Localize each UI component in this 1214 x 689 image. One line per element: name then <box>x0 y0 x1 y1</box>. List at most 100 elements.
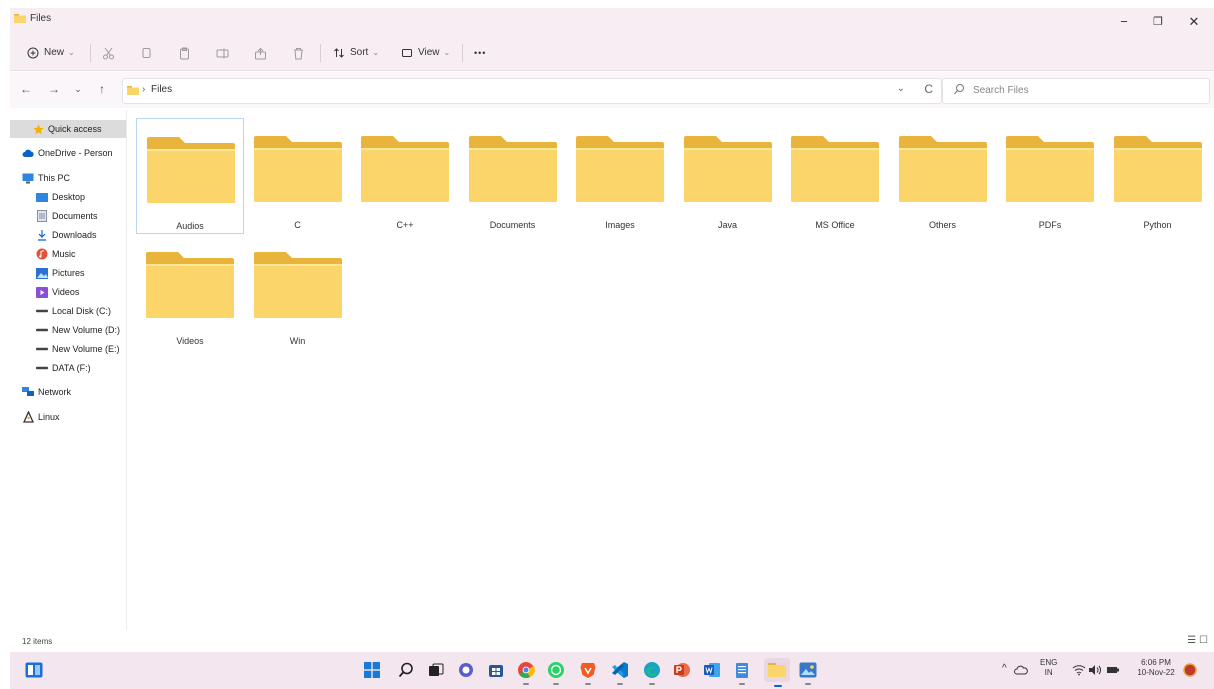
new-button[interactable]: New ⌄ <box>26 44 75 62</box>
copy-button[interactable] <box>140 44 153 62</box>
rename-button[interactable] <box>216 44 229 62</box>
region-code: IN <box>1044 668 1053 677</box>
folder-item[interactable]: Videos <box>136 234 244 350</box>
folder-item[interactable]: Documents <box>459 118 567 234</box>
close-button[interactable]: ✕ <box>1180 12 1208 32</box>
chrome-app[interactable] <box>516 660 536 685</box>
file-explorer-app[interactable] <box>764 658 790 687</box>
task-view-button[interactable] <box>426 660 446 680</box>
folder-item[interactable]: Win <box>244 234 352 350</box>
folder-item[interactable]: C <box>244 118 352 234</box>
onedrive-tray-button[interactable] <box>1014 660 1028 680</box>
sidebar-item-label: Videos <box>52 287 80 297</box>
sidebar-item-documents[interactable]: Documents <box>10 207 126 225</box>
notepad-app[interactable] <box>732 660 752 685</box>
start-button[interactable] <box>362 660 382 680</box>
sort-label: Sort <box>350 47 369 58</box>
sidebar-item-local-disk-c[interactable]: Local Disk (C:) <box>10 302 126 320</box>
sidebar-item-this-pc[interactable]: This PC <box>10 169 126 187</box>
plus-circle-icon <box>26 46 40 60</box>
folder-item[interactable]: Java <box>674 118 782 234</box>
edge-app[interactable] <box>642 660 662 685</box>
language-indicator[interactable]: ENG IN <box>1040 658 1057 678</box>
sidebar-item-new-volume-e[interactable]: New Volume (E:) <box>10 340 126 358</box>
chevron-down-icon[interactable]: ⌄ <box>897 83 905 94</box>
running-indicator <box>805 683 811 685</box>
folder-icon <box>1113 136 1202 202</box>
folder-icon <box>146 252 234 318</box>
folder-item[interactable]: Others <box>889 118 997 234</box>
folder-item[interactable]: MS Office <box>781 118 889 234</box>
search-input[interactable]: Search Files <box>942 78 1210 104</box>
sidebar-item-downloads[interactable]: Downloads <box>10 226 126 244</box>
sidebar-item-label: Linux <box>38 412 60 422</box>
tiles-view-button[interactable]: ☐ <box>1199 635 1208 646</box>
sidebar-item-network[interactable]: Network <box>10 383 126 401</box>
folder-icon <box>576 136 664 202</box>
view-button[interactable]: View ⌄ <box>400 44 450 62</box>
delete-button[interactable] <box>292 44 305 62</box>
wifi-button[interactable] <box>1072 660 1086 680</box>
folder-item[interactable]: Python <box>1104 118 1212 234</box>
sidebar-item-pictures[interactable]: Pictures <box>10 264 126 282</box>
brave-app[interactable] <box>578 660 598 685</box>
folder-item[interactable]: PDFs <box>996 118 1104 234</box>
volume-button[interactable] <box>1088 660 1102 680</box>
details-view-button[interactable]: ☰ <box>1187 635 1196 646</box>
maximize-button[interactable]: ❐ <box>1144 12 1172 32</box>
clock[interactable]: 6:06 PM 10-Nov-22 <box>1132 658 1180 678</box>
clock-time: 6:06 PM <box>1141 658 1171 667</box>
running-indicator <box>739 683 745 685</box>
documents-icon <box>36 210 48 222</box>
folder-item[interactable]: Images <box>566 118 674 234</box>
sidebar-item-onedrive-person[interactable]: OneDrive - Person <box>10 144 126 162</box>
notification-center-button[interactable] <box>1182 660 1198 680</box>
chat-button[interactable] <box>456 660 476 680</box>
widgets-button[interactable] <box>24 660 44 680</box>
taskbar-search-button[interactable] <box>396 660 416 680</box>
breadcrumb-files[interactable]: Files <box>151 84 172 95</box>
sidebar-item-music[interactable]: Music <box>10 245 126 263</box>
sidebar-item-quick-access[interactable]: Quick access <box>10 120 126 138</box>
paste-button[interactable] <box>178 44 191 62</box>
task-view-icon <box>429 663 444 676</box>
sidebar-item-label: Music <box>52 249 76 259</box>
show-hidden-icons-button[interactable]: ^ <box>1002 664 1007 674</box>
store-icon <box>489 665 503 677</box>
sort-button[interactable]: Sort ⌄ <box>332 44 379 62</box>
cut-button[interactable] <box>102 44 115 62</box>
sidebar-item-linux[interactable]: Linux <box>10 408 126 426</box>
sidebar-item-videos[interactable]: Videos <box>10 283 126 301</box>
recent-locations-button[interactable]: ⌄ <box>70 81 86 97</box>
more-options-button[interactable]: ••• <box>474 44 486 62</box>
battery-button[interactable] <box>1106 660 1120 680</box>
folder-label: Documents <box>489 220 536 230</box>
powerpoint-app[interactable] <box>672 660 692 680</box>
address-bar[interactable]: › Files ⌄ C <box>122 78 942 104</box>
minimize-button[interactable]: − <box>1110 12 1138 32</box>
folder-item[interactable]: Audios <box>136 118 244 234</box>
videos-icon <box>36 286 48 298</box>
sidebar-item-new-volume-d[interactable]: New Volume (D:) <box>10 321 126 339</box>
word-app[interactable] <box>702 660 722 680</box>
folder-icon <box>791 136 879 202</box>
vscode-app[interactable] <box>610 660 630 685</box>
whatsapp-app[interactable] <box>546 660 566 685</box>
folder-label: C++ <box>396 220 414 230</box>
photos-app[interactable] <box>798 660 818 685</box>
sidebar-item-data-f[interactable]: DATA (F:) <box>10 359 126 377</box>
folder-item[interactable]: C++ <box>351 118 459 234</box>
back-button[interactable]: ← <box>18 81 34 97</box>
folder-label: PDFs <box>1038 220 1062 230</box>
chevron-down-icon: ⌄ <box>372 48 380 57</box>
store-app[interactable] <box>486 660 506 680</box>
sidebar-item-desktop[interactable]: Desktop <box>10 188 126 206</box>
up-button[interactable]: ↑ <box>94 81 110 97</box>
running-indicator <box>523 683 529 685</box>
refresh-button[interactable]: C <box>924 82 933 96</box>
file-list: Audios C C++ Documents Images Java MS Office Ot… <box>136 114 1210 630</box>
share-button[interactable] <box>254 44 267 62</box>
toolbar-divider <box>90 44 91 62</box>
whatsapp-icon <box>548 662 564 678</box>
forward-button[interactable]: → <box>46 81 62 97</box>
